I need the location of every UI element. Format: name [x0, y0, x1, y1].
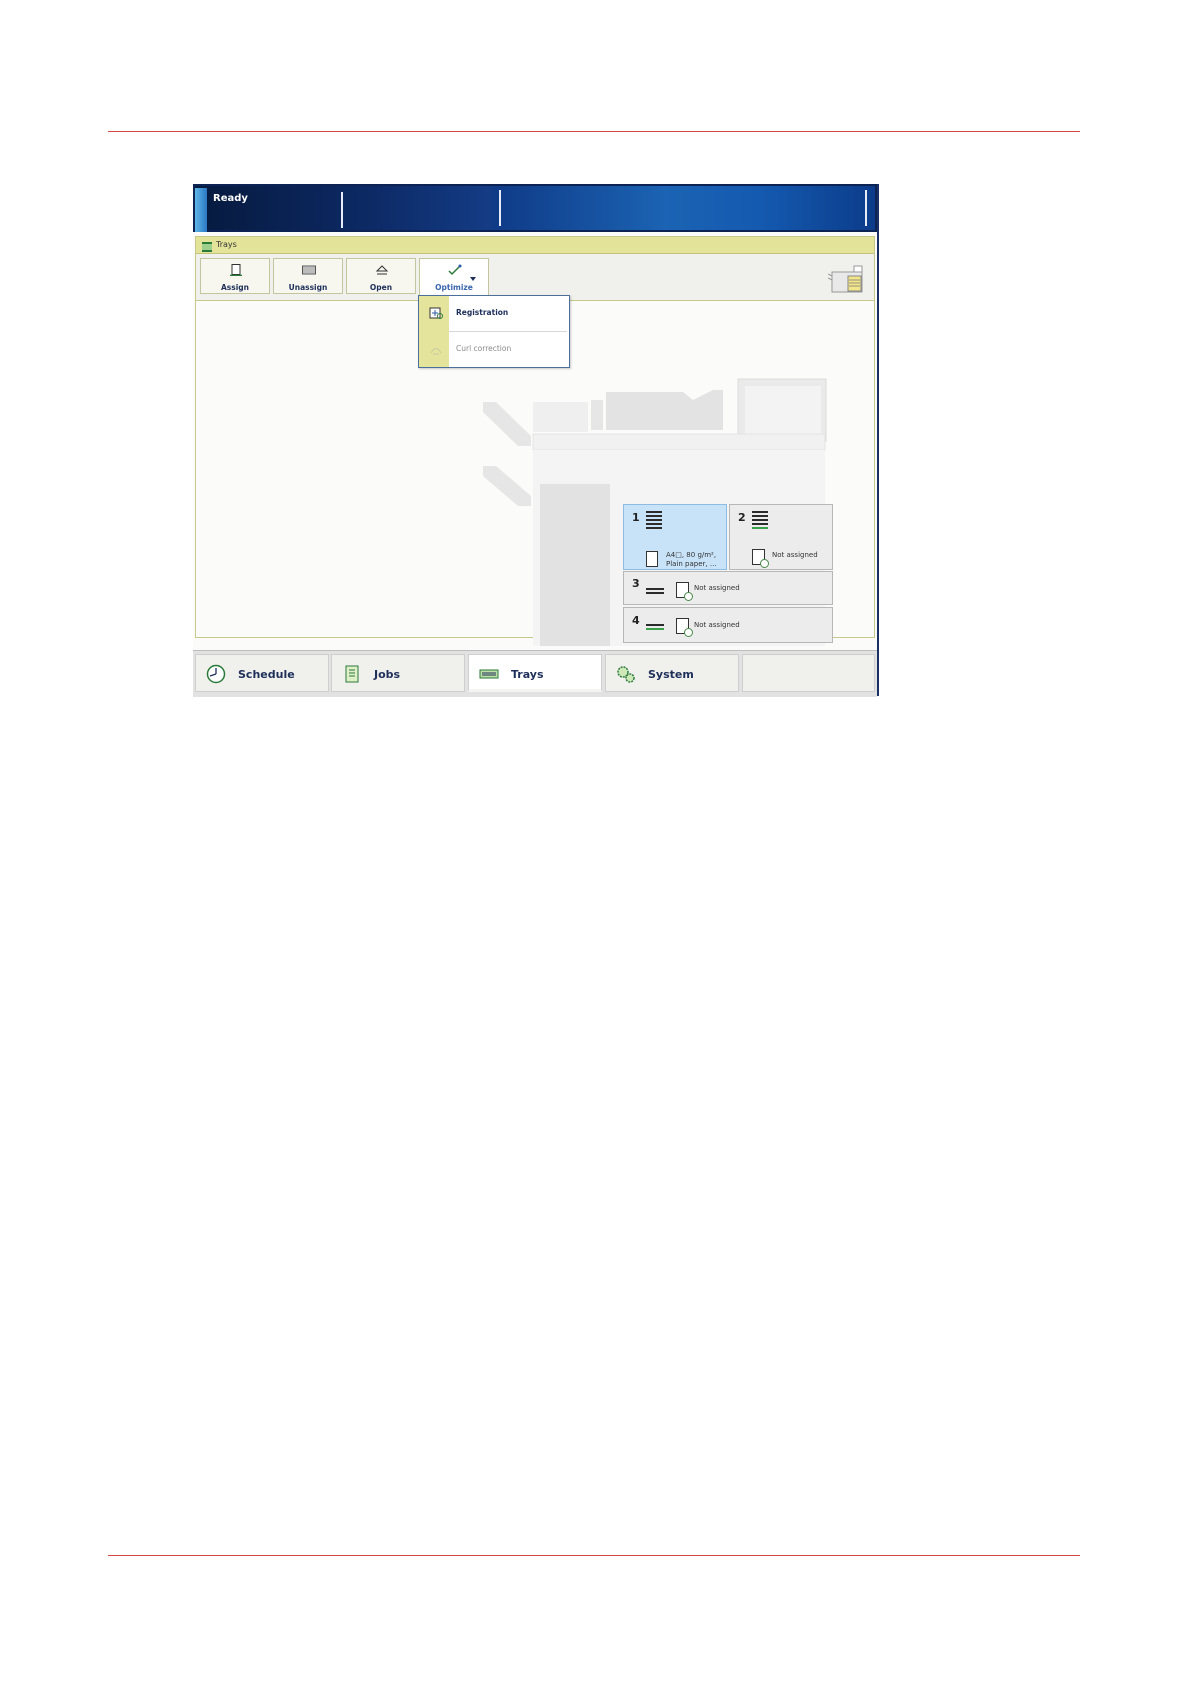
tray-number: 4 [632, 614, 640, 627]
tray-status: Not assigned [694, 584, 740, 592]
tray-fill-icon [646, 624, 664, 632]
menu-item-registration[interactable]: Registration [419, 296, 569, 331]
tray-media-line2: Plain paper, ... [666, 560, 717, 568]
tray-2[interactable]: 2 Not assigned [729, 504, 833, 570]
trays-icon [202, 242, 212, 252]
optimize-button[interactable]: Optimize [419, 258, 489, 298]
tab-label: System [648, 668, 694, 681]
curl-correction-icon [430, 348, 442, 355]
menu-item-label: Curl correction [456, 344, 512, 353]
tray-media-line1: A4□, 80 g/m², [666, 551, 717, 559]
assign-button[interactable]: Assign [200, 258, 270, 294]
not-assigned-icon [676, 582, 693, 601]
status-text: Ready [213, 193, 248, 204]
status-left-area: Ready [195, 186, 493, 232]
tab-label: Jobs [374, 668, 401, 681]
open-button[interactable]: Open [346, 258, 416, 294]
tray-3[interactable]: 3 Not assigned [623, 571, 833, 605]
registration-icon [429, 307, 443, 319]
tab-trays[interactable]: Trays [468, 654, 602, 692]
tab-label: Trays [511, 668, 544, 681]
status-bar: Ready [193, 184, 877, 232]
unassign-icon [302, 265, 316, 275]
status-divider [341, 192, 343, 228]
optimize-menu: Registration Curl correction [418, 295, 570, 368]
tab-system[interactable]: System [605, 654, 739, 692]
tab-schedule[interactable]: Schedule [195, 654, 329, 692]
tab-jobs[interactable]: Jobs [331, 654, 465, 692]
panel-title-bar: Trays [196, 237, 874, 254]
tab-label: Schedule [238, 668, 295, 681]
assign-icon [230, 264, 242, 276]
assign-label: Assign [220, 283, 249, 292]
trays-icon [479, 669, 499, 679]
not-assigned-icon [752, 549, 769, 568]
chevron-down-icon [470, 277, 476, 281]
toolbar: Assign Unassign Open Optimize [196, 254, 874, 301]
not-assigned-icon [676, 618, 693, 637]
printer-screen: Ready Trays Assign Unassign Open Optimiz… [193, 184, 879, 697]
tray-status: Not assigned [694, 621, 740, 629]
status-divider [499, 190, 501, 226]
bottom-navigation: Schedule Jobs Trays System [193, 650, 877, 697]
optimize-label: Optimize [435, 283, 473, 292]
tray-4[interactable]: 4 Not assigned [623, 607, 833, 643]
open-label: Open [369, 283, 393, 292]
clock-icon [206, 664, 226, 684]
status-divider [865, 190, 867, 226]
tab-empty [742, 654, 875, 692]
tray-number: 1 [632, 511, 640, 524]
gears-icon [617, 666, 635, 683]
menu-item-curl-correction[interactable]: Curl correction [419, 332, 569, 367]
tray-fill-icon [646, 511, 662, 531]
status-right-area [493, 186, 875, 230]
unassign-label: Unassign [288, 283, 328, 292]
tray-status: Not assigned [772, 551, 818, 559]
menu-item-label: Registration [456, 308, 509, 317]
optimize-icon [448, 264, 462, 276]
tray-fill-icon [646, 588, 664, 596]
tray-number: 2 [738, 511, 746, 524]
panel-title: Trays [216, 240, 237, 249]
jobs-icon [345, 665, 359, 683]
status-accent [195, 188, 207, 232]
header-rule [108, 131, 1080, 132]
unassign-button[interactable]: Unassign [273, 258, 343, 294]
tray-number: 3 [632, 577, 640, 590]
tray-fill-icon [752, 511, 768, 531]
paper-icon [646, 551, 658, 567]
tray-1[interactable]: 1 A4□, 80 g/m², Plain paper, ... [623, 504, 727, 570]
printer-overview-icon[interactable] [828, 264, 866, 294]
footer-rule [108, 1555, 1080, 1556]
open-icon [375, 265, 389, 275]
